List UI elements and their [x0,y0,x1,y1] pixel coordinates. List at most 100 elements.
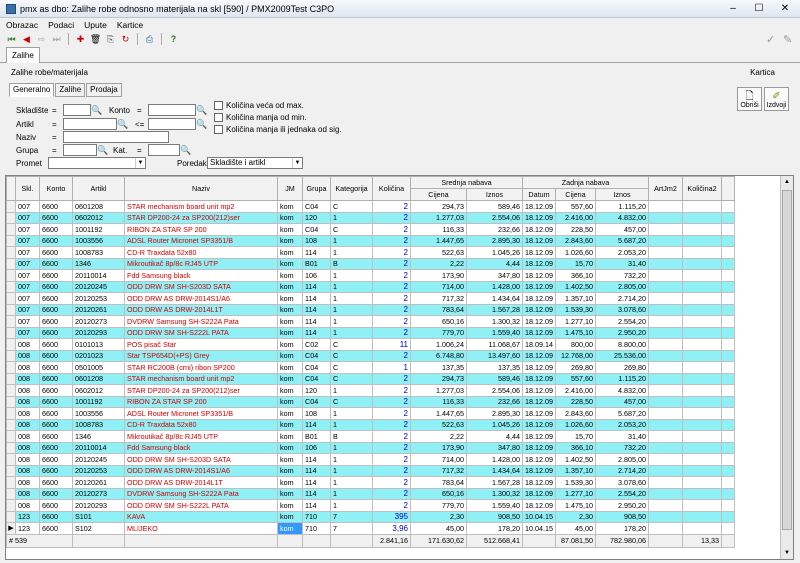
table-row[interactable]: 123 6600 S101 KAVA kom 710 7 395 2,30 908,50 10.04… [6,510,735,523]
izdvoji-button[interactable]: ✐ Izdvoji [764,87,789,111]
cell-datum[interactable]: 18.12.09 [522,200,556,213]
cell-grupa[interactable]: 114 [302,487,331,500]
cell-datum[interactable]: 18.12.09 [522,257,556,270]
check-max[interactable] [214,101,223,110]
cell-cijena[interactable]: 116,33 [410,223,467,236]
cell-cijena[interactable]: 714,00 [410,453,467,466]
cell-iznos[interactable]: 1.559,40 [466,326,523,339]
cell-konto[interactable]: 6600 [39,349,73,362]
cell-iznos2[interactable]: 457,00 [595,223,649,236]
scroll-thumb[interactable] [782,190,792,530]
cell-cijena2[interactable]: 1.539,30 [555,303,596,316]
check-min[interactable] [214,113,223,122]
cell-skl[interactable]: 007 [15,211,40,224]
cell-cijena2[interactable]: 2.843,60 [555,407,596,420]
row-indicator[interactable] [6,292,16,305]
cell-artjm2[interactable] [648,499,683,512]
cell-konto[interactable]: 6600 [39,430,73,443]
cell-naziv[interactable]: ADSL Router Micronet SP3351/B [124,407,278,420]
cell-kolicina[interactable]: 2 [372,223,411,236]
cell-iznos2[interactable]: 2.053,20 [595,246,649,259]
cell-kategorija[interactable]: B [330,430,373,443]
cell-skl[interactable]: 008 [15,499,40,512]
scroll-down-icon[interactable]: ▼ [781,547,793,559]
cell-skl[interactable]: 008 [15,464,40,477]
search-icon[interactable]: 🔍 [196,118,208,130]
cell-iznos2[interactable]: 908,50 [595,510,649,523]
cell-artjm2[interactable] [648,280,683,293]
cell-naziv[interactable]: DVDRW Samsung SH-S222A Pata [124,487,278,500]
cell-kolicina[interactable]: 2 [372,464,411,477]
copy-icon[interactable]: ⎘ [104,33,117,46]
cell-naziv[interactable]: ODD DRW SM SH-S222L PATA [124,499,278,512]
row-indicator[interactable] [6,280,16,293]
cell-jm[interactable]: kom [277,522,303,535]
confirm-icon[interactable]: ✓ [766,33,775,46]
cell-kategorija[interactable]: 1 [330,487,373,500]
cell-cijena[interactable]: 45,00 [410,522,467,535]
cell-grupa[interactable]: C02 [302,338,331,351]
cell-kolicina[interactable]: 2 [372,246,411,259]
cell-grupa[interactable]: 106 [302,269,331,282]
row-indicator[interactable] [6,372,16,385]
cell-iznos2[interactable]: 2.053,20 [595,418,649,431]
cell-artjm2[interactable] [648,407,683,420]
cell-skl[interactable]: 008 [15,453,40,466]
cell-skl[interactable]: 008 [15,395,40,408]
cell-cijena2[interactable]: 557,60 [555,200,596,213]
cell-cijena[interactable]: 779,70 [410,326,467,339]
row-indicator[interactable] [6,487,16,500]
table-row[interactable]: 008 6600 1346 Mikroutikač 8p/8c RJ45 UTP kom… [6,430,735,443]
cell-iznos[interactable]: 1.559,40 [466,499,523,512]
cell-kategorija[interactable]: 1 [330,315,373,328]
cell-artjm2[interactable] [648,349,683,362]
cell-iznos2[interactable]: 732,20 [595,441,649,454]
cell-naziv[interactable]: STAR DP200-24 za SP200(212)ser [124,211,278,224]
cell-iznos[interactable]: 1.567,28 [466,303,523,316]
cell-konto[interactable]: 6600 [39,487,73,500]
cell-kategorija[interactable]: B [330,257,373,270]
cell-cijena2[interactable]: 1.539,30 [555,476,596,489]
cell-artjm2[interactable] [648,303,683,316]
cell-jm[interactable]: kom [277,315,303,328]
row-indicator[interactable] [6,384,16,397]
cell-artikl[interactable]: 0101013 [72,338,125,351]
cell-naziv[interactable]: Mikroutikač 8p/8c RJ45 UTP [124,257,278,270]
cell-grupa[interactable]: 114 [302,453,331,466]
table-row[interactable]: 008 6600 20120273 DVDRW Samsung SH-S222A Pa… [6,487,735,500]
cell-iznos[interactable]: 1.045,26 [466,418,523,431]
cell-kolicina2[interactable] [682,280,722,293]
table-row[interactable]: 007 6600 1003556 ADSL Router Micronet SP335… [6,234,735,247]
cell-datum[interactable]: 18.12.09 [522,499,556,512]
cell-naziv[interactable]: Mikroutikač 8p/8c RJ45 UTP [124,430,278,443]
cell-grupa[interactable]: C04 [302,395,331,408]
cell-naziv[interactable]: DVDRW Samsung SH-S222A Pata [124,315,278,328]
cell-iznos[interactable]: 589,46 [466,200,523,213]
cell-cijena2[interactable]: 2.416,00 [555,384,596,397]
cell-cijena[interactable]: 783,64 [410,303,467,316]
cell-konto[interactable]: 6600 [39,522,73,535]
cell-kategorija[interactable]: 1 [330,234,373,247]
cell-cijena2[interactable]: 1.277,10 [555,315,596,328]
cell-cijena[interactable]: 650,16 [410,315,467,328]
table-row[interactable]: 007 6600 0602012 STAR DP200-24 za SP200(212… [6,211,735,224]
cell-kategorija[interactable]: 1 [330,280,373,293]
cell-cijena2[interactable]: 1.277,10 [555,487,596,500]
cell-kolicina2[interactable] [682,234,722,247]
cell-jm[interactable]: kom [277,269,303,282]
cell-jm[interactable]: kom [277,326,303,339]
cell-iznos2[interactable]: 2.554,20 [595,315,649,328]
cell-iznos2[interactable]: 25.536,00 [595,349,649,362]
cell-artjm2[interactable] [648,257,683,270]
table-row[interactable]: 008 6600 20120253 ODD DRW AS DRW-2014S1/A6 k… [6,464,735,477]
cell-jm[interactable]: kom [277,453,303,466]
grupa-input[interactable] [63,144,97,156]
cell-cijena[interactable]: 717,32 [410,464,467,477]
cell-iznos2[interactable]: 8.800,00 [595,338,649,351]
cell-artikl[interactable]: 0601208 [72,200,125,213]
cell-konto[interactable]: 6600 [39,211,73,224]
cell-kategorija[interactable]: 1 [330,418,373,431]
cell-iznos2[interactable]: 269,80 [595,361,649,374]
table-row[interactable]: 008 6600 1008783 CD-R Traxdata 52x80 kom 114 1… [6,418,735,431]
cell-grupa[interactable]: 114 [302,315,331,328]
